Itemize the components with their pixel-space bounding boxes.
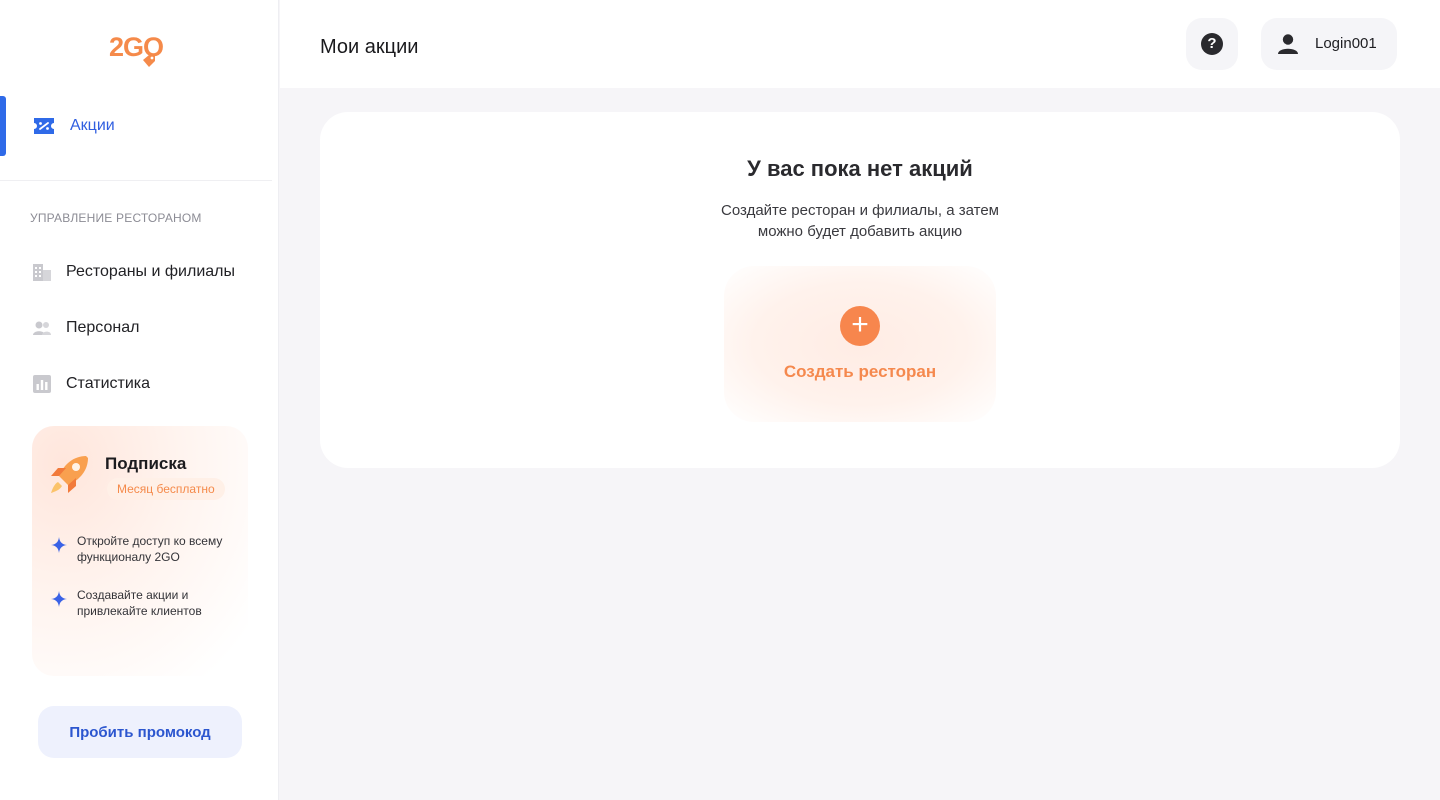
sidebar: 2GO Акции УПРАВЛЕНИЕ РЕСТОРАНОМ Ресторан…: [0, 0, 279, 800]
logo[interactable]: 2GO: [108, 30, 174, 74]
subscription-card[interactable]: Подписка Месяц бесплатно Откройте доступ…: [32, 426, 248, 676]
discount-ticket-icon: [34, 118, 54, 134]
empty-state-subtitle: Создайте ресторан и филиалы, а затем мож…: [721, 202, 999, 240]
app-root: 2GO Акции УПРАВЛЕНИЕ РЕСТОРАНОМ Ресторан…: [0, 0, 1440, 800]
create-restaurant-button[interactable]: + Создать ресторан: [724, 266, 996, 422]
sidebar-item-label: Персонал: [66, 319, 140, 336]
sidebar-divider: [0, 180, 272, 181]
price-tag-icon: [143, 55, 155, 67]
sidebar-item-label: Рестораны и филиалы: [66, 263, 235, 280]
sparkle-icon: [51, 591, 67, 607]
empty-state-card: У вас пока нет акций Создайте ресторан и…: [320, 112, 1400, 468]
feature-text: Создавайте акции и привлекайте клиентов: [77, 588, 202, 618]
empty-state-title: У вас пока нет акций: [747, 156, 973, 181]
rocket-icon: [51, 456, 88, 493]
sidebar-item-staff[interactable]: Персонал: [0, 306, 272, 350]
sidebar-item-statistics[interactable]: Статистика: [0, 362, 272, 406]
help-button[interactable]: ?: [1186, 18, 1238, 70]
top-header: Мои акции ? Login001: [280, 0, 1440, 88]
question-icon: ?: [1201, 33, 1223, 55]
building-icon: [33, 264, 51, 281]
create-restaurant-label: Создать ресторан: [783, 362, 937, 381]
redeem-promocode-button[interactable]: Пробить промокод: [38, 706, 242, 758]
sidebar-item-label: Акции: [70, 117, 115, 134]
feature-text: Откройте доступ ко всему функционалу 2GO: [77, 534, 223, 564]
subscription-title: Подписка: [105, 454, 187, 473]
active-indicator: [0, 96, 6, 156]
user-icon: [1278, 34, 1298, 54]
user-menu-button[interactable]: Login001: [1261, 18, 1397, 70]
sidebar-item-restaurants[interactable]: Рестораны и филиалы: [0, 250, 272, 294]
sparkle-icon: [51, 537, 67, 553]
page-title: Мои акции: [320, 36, 419, 58]
user-name: Login001: [1315, 35, 1377, 52]
sidebar-item-promotions[interactable]: Акции: [0, 96, 279, 156]
people-icon: [33, 321, 51, 335]
plus-icon: +: [840, 306, 880, 346]
bar-chart-icon: [33, 375, 51, 393]
section-caption: УПРАВЛЕНИЕ РЕСТОРАНОМ: [30, 211, 202, 225]
subscription-badge: Месяц бесплатно: [107, 478, 225, 500]
sidebar-item-label: Статистика: [66, 375, 151, 392]
